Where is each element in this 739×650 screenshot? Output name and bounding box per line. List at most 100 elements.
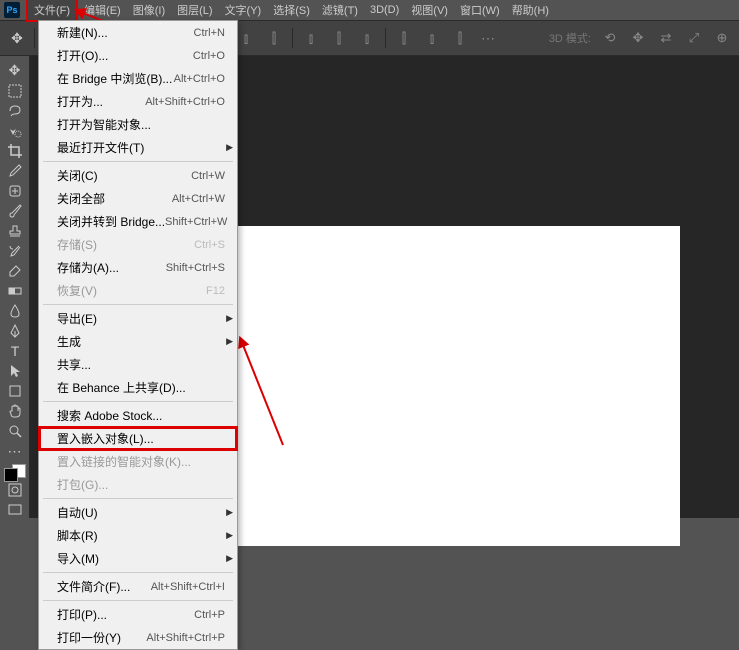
menu-item-shortcut: Alt+Shift+Ctrl+O [145,96,225,108]
menu-item[interactable]: 生成▶ [39,330,237,353]
menu-item[interactable]: 脚本(R) ▶ [39,524,237,547]
3d-slide-icon[interactable]: ⇄ [657,29,675,47]
menu-item-label: 共享... [57,356,91,373]
menu-item[interactable]: 打开(O)...Ctrl+O [39,44,237,67]
brush-tool[interactable] [4,203,26,219]
eraser-tool[interactable] [4,263,26,279]
menu-filter[interactable]: 滤镜(T) [316,0,364,20]
type-tool[interactable]: T [4,343,26,359]
menu-item[interactable]: 关闭全部 Alt+Ctrl+W [39,187,237,210]
menu-item[interactable]: 搜索 Adobe Stock... [39,404,237,427]
menu-item[interactable]: 共享... [39,353,237,376]
shape-tool[interactable] [4,383,26,399]
distribute-icon[interactable]: ⫾ [357,30,377,47]
menu-item-shortcut: Alt+Ctrl+W [172,193,225,205]
separator [292,28,293,48]
submenu-arrow-icon: ▶ [226,530,233,541]
menu-layer[interactable]: 图层(L) [171,0,218,20]
quick-mask-tool[interactable] [4,482,26,498]
menu-item-label: 置入嵌入对象(L)... [57,430,154,447]
move-tool[interactable]: ✥ [4,62,26,79]
path-select-tool[interactable] [4,363,26,379]
screen-mode-tool[interactable] [4,502,26,518]
menu-item-shortcut: Alt+Shift+Ctrl+I [151,581,225,593]
distribute-icon[interactable]: ⫿ [329,30,349,47]
quick-select-tool[interactable] [4,123,26,139]
distribute-icon[interactable]: ⫾ [301,30,321,47]
distribute-icon[interactable]: ⫿ [450,30,470,47]
lasso-tool[interactable] [4,103,26,119]
menu-item[interactable]: 打印(P)...Ctrl+P [39,603,237,626]
menu-item-label: 打包(G)... [57,476,108,493]
menu-item: 置入链接的智能对象(K)... [39,450,237,473]
3d-pan-icon[interactable]: ✥ [629,29,647,47]
menu-item-label: 打印一份(Y) [57,629,121,646]
menu-item[interactable]: 打开为... Alt+Shift+Ctrl+O [39,90,237,113]
menu-item-label: 关闭全部 [57,190,105,207]
menu-item[interactable]: 最近打开文件(T)▶ [39,136,237,159]
menu-item[interactable]: 导出(E)▶ [39,307,237,330]
menu-select[interactable]: 选择(S) [267,0,316,20]
menu-item[interactable]: 置入嵌入对象(L)... [39,427,237,450]
document-canvas[interactable] [230,226,680,546]
menu-help[interactable]: 帮助(H) [506,0,555,20]
pen-tool[interactable] [4,323,26,339]
menu-item-label: 打开(O)... [57,47,108,64]
color-swatch[interactable] [4,468,26,478]
menu-item[interactable]: 打开为智能对象... [39,113,237,136]
menu-item[interactable]: 打印一份(Y) Alt+Shift+Ctrl+P [39,626,237,649]
3d-orbit-icon[interactable]: ⟲ [601,29,619,47]
menu-file[interactable]: 文件(F) [26,0,78,22]
edit-toolbar[interactable]: ⋯ [4,443,26,460]
menu-edit[interactable]: 编辑(E) [78,0,127,20]
marquee-tool[interactable] [4,83,26,99]
menu-type[interactable]: 文字(Y) [219,0,268,20]
healing-tool[interactable] [4,183,26,199]
menu-separator [43,161,233,162]
menu-item[interactable]: 导入(M)▶ [39,547,237,570]
menu-item[interactable]: 关闭并转到 Bridge...Shift+Ctrl+W [39,210,237,233]
menu-item-label: 脚本(R) [57,527,98,544]
align-hcenter-icon[interactable]: ⫾ [236,30,256,47]
menu-item[interactable]: 存储为(A)... Shift+Ctrl+S [39,256,237,279]
blur-tool[interactable] [4,303,26,319]
gradient-tool[interactable] [4,283,26,299]
more-icon[interactable]: ⋯ [478,30,498,47]
3d-mode-label: 3D 模式: [549,30,591,46]
menu-item-label: 在 Bridge 中浏览(B)... [57,70,172,87]
menu-item-shortcut: Alt+Ctrl+O [174,73,225,85]
stamp-tool[interactable] [4,223,26,239]
menu-item-shortcut: Ctrl+P [194,609,225,621]
menu-item-label: 恢复(V) [57,282,97,299]
menu-item[interactable]: 新建(N)...Ctrl+N [39,21,237,44]
align-right-icon[interactable]: ⫿ [264,30,284,47]
menu-item-shortcut: Shift+Ctrl+S [166,262,225,274]
menu-item[interactable]: 在 Bridge 中浏览(B)...Alt+Ctrl+O [39,67,237,90]
menu-item[interactable]: 在 Behance 上共享(D)... [39,376,237,399]
menu-separator [43,600,233,601]
distribute-icon[interactable]: ⫿ [394,30,414,47]
zoom-tool[interactable] [4,423,26,439]
menu-view[interactable]: 视图(V) [405,0,454,20]
menu-item-label: 打开为... [57,93,103,110]
menu-3d[interactable]: 3D(D) [364,2,405,18]
menu-item[interactable]: 文件简介(F)...Alt+Shift+Ctrl+I [39,575,237,598]
3d-rotate-icon[interactable]: ⊕ [713,29,731,47]
menu-item[interactable]: 自动(U)▶ [39,501,237,524]
menu-window[interactable]: 窗口(W) [454,0,506,20]
menu-item-label: 存储为(A)... [57,259,119,276]
eyedropper-tool[interactable] [4,163,26,179]
menu-item[interactable]: 关闭(C)Ctrl+W [39,164,237,187]
hand-tool[interactable] [4,403,26,419]
menu-item-label: 在 Behance 上共享(D)... [57,379,186,396]
menu-image[interactable]: 图像(I) [127,0,171,20]
submenu-arrow-icon: ▶ [226,142,233,153]
distribute-icon[interactable]: ⫾ [422,30,442,47]
menu-item-shortcut: Alt+Shift+Ctrl+P [146,632,225,644]
crop-tool[interactable] [4,143,26,159]
foreground-color[interactable] [4,468,18,482]
file-menu-dropdown: 新建(N)...Ctrl+N打开(O)...Ctrl+O在 Bridge 中浏览… [38,20,238,650]
history-brush-tool[interactable] [4,243,26,259]
menu-item-shortcut: Ctrl+W [191,170,225,182]
3d-scale-icon[interactable]: ⤢ [685,29,703,47]
